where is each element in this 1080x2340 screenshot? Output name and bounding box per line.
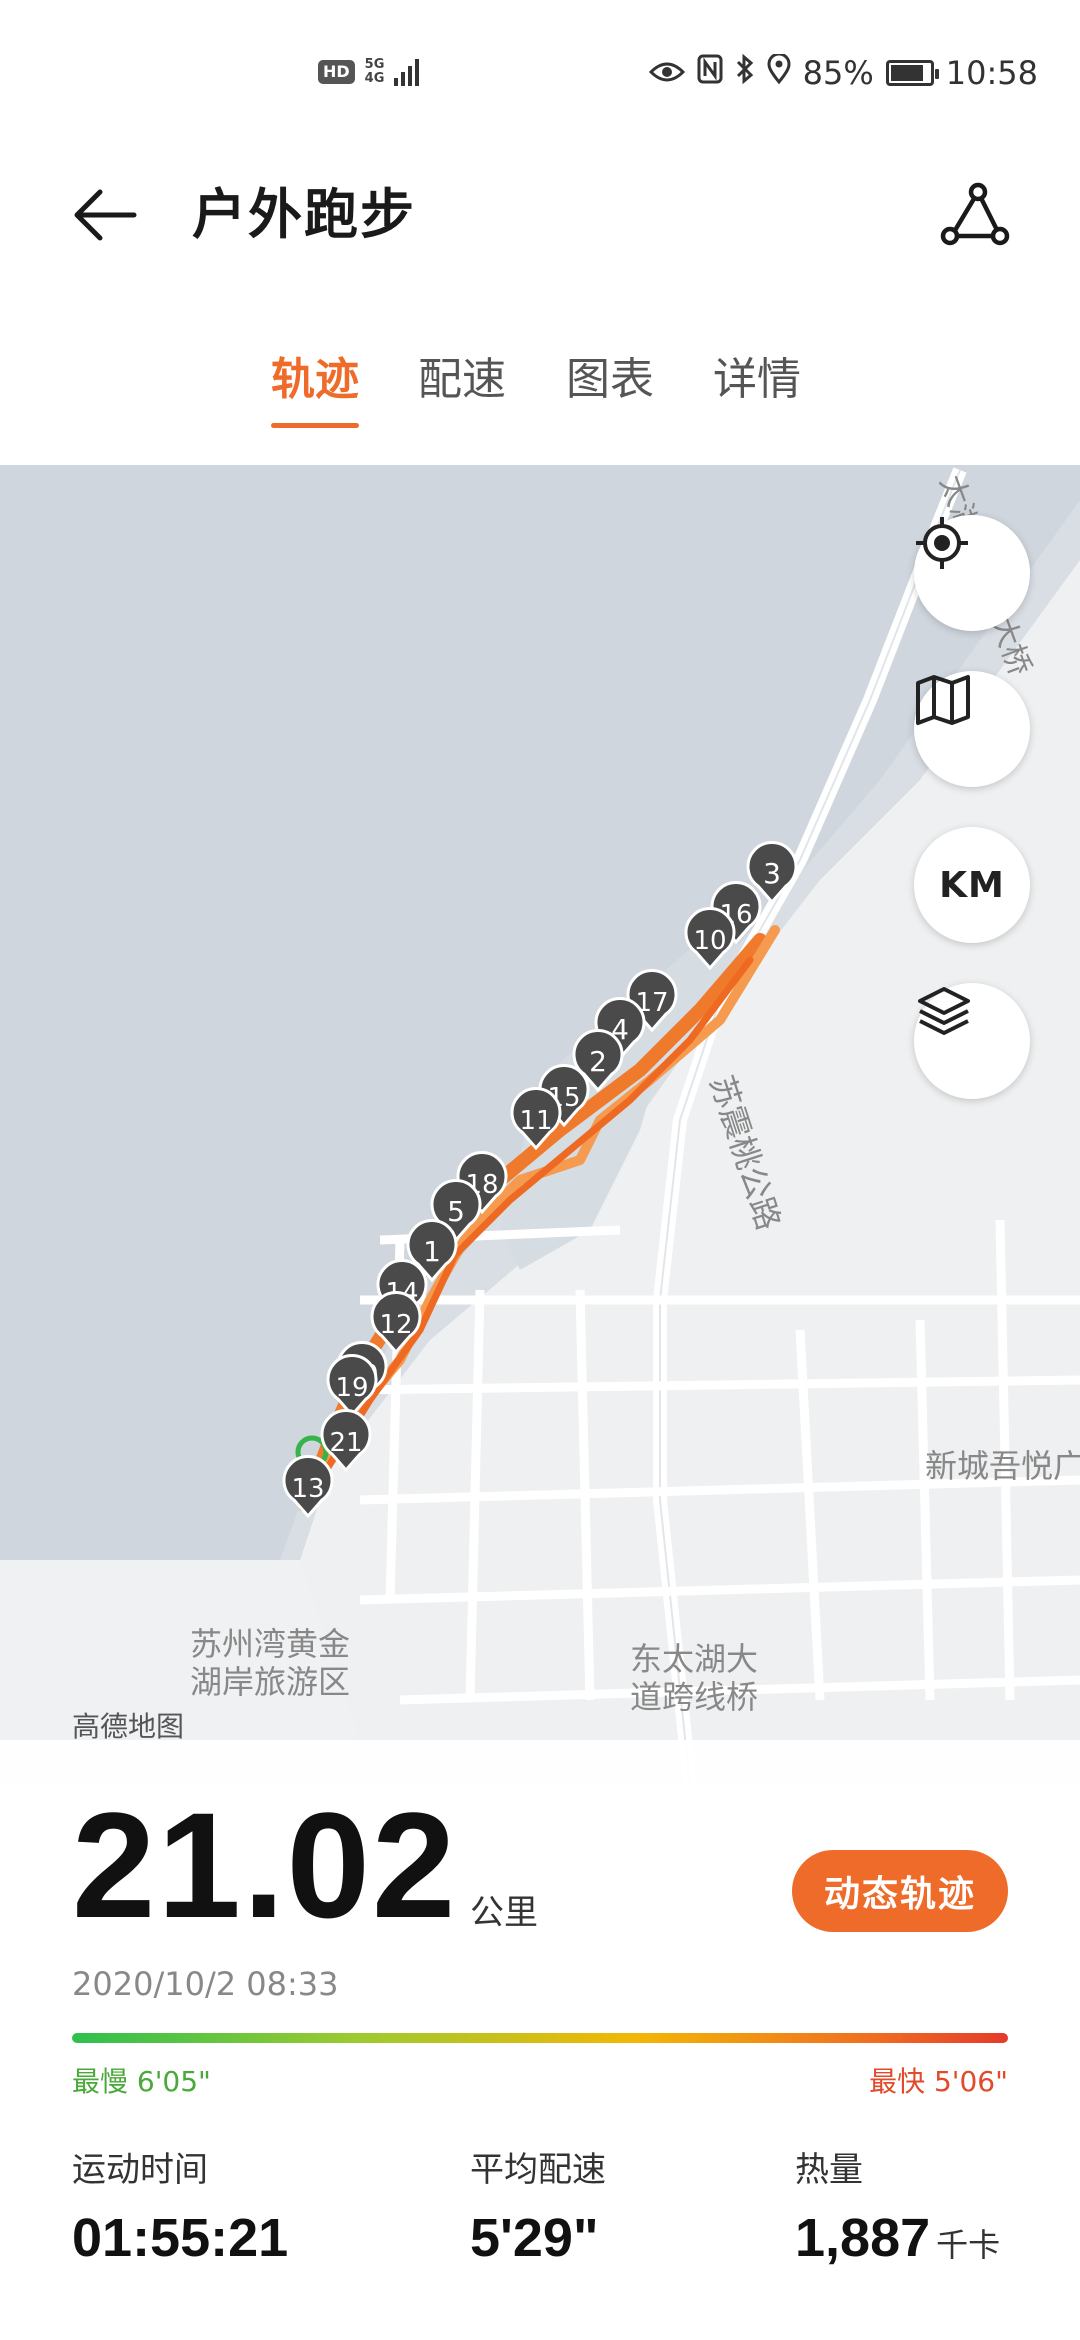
km-marker-label: 21 xyxy=(329,1428,362,1458)
km-label: KM xyxy=(939,864,1005,906)
stat-label: 平均配速 xyxy=(470,2150,606,2190)
km-marker-label: 10 xyxy=(693,926,726,956)
hd-badge: HD xyxy=(318,60,355,84)
workout-datetime: 2020/10/2 08:33 xyxy=(72,1965,339,2003)
battery-percent: 85% xyxy=(802,54,874,92)
locate-icon xyxy=(916,517,968,569)
map-credit: 高德地图 xyxy=(72,1710,185,1743)
stat-value-text: 1,887 xyxy=(795,2208,931,2268)
stat-avg-pace: 平均配速 5'29" xyxy=(470,2142,606,2269)
map-type-button[interactable] xyxy=(914,671,1030,787)
stat-duration: 运动时间 01:55:21 xyxy=(72,2142,288,2269)
stat-label: 热量 xyxy=(795,2150,863,2190)
km-marker-label: 1 xyxy=(423,1235,441,1268)
map-label-overpass-2: 道跨线桥 xyxy=(630,1678,758,1716)
fastest-pace: 最快 5'06" xyxy=(869,2065,1008,2098)
km-toggle-button[interactable]: KM xyxy=(914,827,1030,943)
eye-icon xyxy=(648,54,685,92)
status-left: HD 5G 4G xyxy=(318,58,420,86)
km-marker-label: 19 xyxy=(335,1373,368,1403)
location-icon xyxy=(767,52,791,92)
map-label-scenic-2: 湖岸旅游区 xyxy=(190,1663,350,1701)
share-button[interactable] xyxy=(940,180,1010,250)
km-marker-label: 11 xyxy=(519,1106,552,1136)
tab-chart[interactable]: 图表 xyxy=(566,350,654,440)
km-marker-label: 3 xyxy=(763,857,781,890)
locate-button[interactable] xyxy=(914,515,1030,631)
battery-icon xyxy=(885,60,939,86)
map-label-district: 新城吾悦广 xyxy=(925,1447,1080,1485)
distance-value: 21.02 xyxy=(72,1781,458,1949)
km-marker-label: 12 xyxy=(379,1310,412,1340)
tab-track[interactable]: 轨迹 xyxy=(271,350,359,440)
map-label-overpass-1: 东太湖大 xyxy=(630,1640,758,1678)
page-title: 户外跑步 xyxy=(192,183,416,246)
network-type: 5G xyxy=(364,57,385,72)
bluetooth-icon xyxy=(735,53,755,92)
layers-button[interactable] xyxy=(914,983,1030,1099)
km-marker-label: 2 xyxy=(589,1045,607,1078)
summary-panel: 21.02 公里 动态轨迹 2020/10/2 08:33 最慢 6'05" 最… xyxy=(0,1740,1080,2340)
map-icon xyxy=(916,675,970,725)
app-header: 户外跑步 xyxy=(0,150,1080,280)
signal-icon xyxy=(394,58,420,86)
stat-value-text: 5'29" xyxy=(470,2208,599,2268)
tab-details[interactable]: 详情 xyxy=(713,350,801,440)
tab-bar: 轨迹 配速 图表 详情 xyxy=(0,340,1080,450)
stat-calories: 热量 1,887 千卡 xyxy=(795,2142,1000,2269)
nfc-icon xyxy=(697,54,723,92)
map-canvas[interactable]: 太湖苏州湾大桥 苏震桃公路 苏州湾黄金 湖岸旅游区 东太湖大 道跨线桥 新城吾悦… xyxy=(0,465,1080,1785)
pace-gradient-bar xyxy=(72,2033,1008,2043)
clock: 10:58 xyxy=(945,54,1038,92)
network-subtype: 4G xyxy=(364,71,385,86)
network-indicator: 5G 4G xyxy=(365,58,385,86)
arrow-left-icon xyxy=(74,189,137,241)
back-button[interactable] xyxy=(70,180,140,250)
stat-value: 5'29" xyxy=(470,2207,606,2269)
tab-pace[interactable]: 配速 xyxy=(418,350,506,440)
km-marker-label: 13 xyxy=(291,1474,324,1504)
stat-value: 1,887 千卡 xyxy=(795,2207,1000,2269)
status-right: 85% 10:58 xyxy=(648,52,1038,92)
route-map[interactable]: 太湖苏州湾大桥 苏震桃公路 苏州湾黄金 湖岸旅游区 东太湖大 道跨线桥 新城吾悦… xyxy=(0,465,1080,1785)
stat-value: 01:55:21 xyxy=(72,2207,288,2269)
distance-unit: 公里 xyxy=(470,1893,538,1933)
stat-value-text: 01:55:21 xyxy=(72,2208,289,2268)
slowest-pace: 最慢 6'05" xyxy=(72,2065,211,2098)
stat-label: 运动时间 xyxy=(72,2150,208,2190)
dynamic-track-button[interactable]: 动态轨迹 xyxy=(792,1850,1008,1932)
layers-icon xyxy=(918,987,970,1035)
stat-unit: 千卡 xyxy=(936,2227,1001,2263)
status-bar: HD 5G 4G 85% 10:58 xyxy=(0,0,1080,150)
km-marker-label: 5 xyxy=(447,1195,465,1228)
battery-fill xyxy=(890,65,924,81)
map-label-scenic-1: 苏州湾黄金 xyxy=(190,1625,350,1663)
share-icon xyxy=(940,182,1010,246)
